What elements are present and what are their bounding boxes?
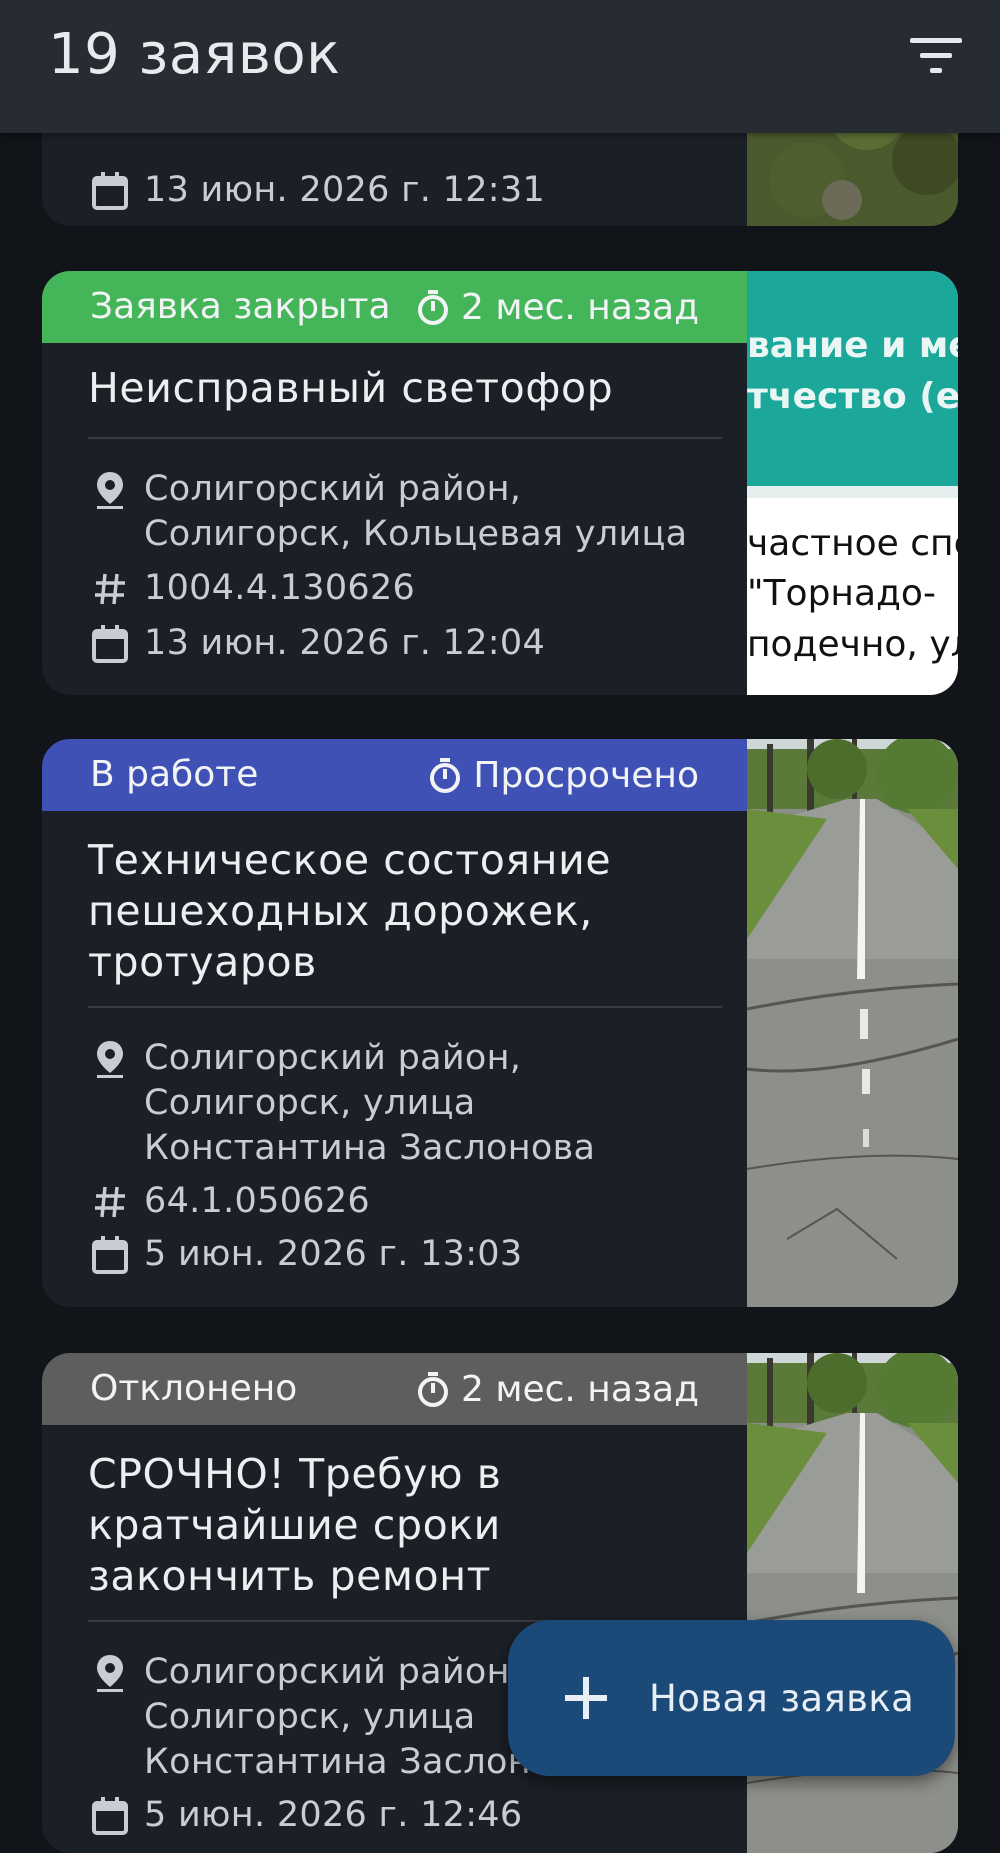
timer: 2 мес. назад xyxy=(415,283,699,331)
request-photo[interactable] xyxy=(747,739,958,1307)
timer: Просрочено xyxy=(427,751,699,799)
time-ago: Просрочено xyxy=(473,754,699,796)
new-request-button[interactable]: Новая заявка xyxy=(508,1620,955,1776)
calendar-icon xyxy=(88,168,132,214)
thumb-text-1: вание и ме xyxy=(747,325,958,366)
date-text: 13 июн. 2026 г. 12:31 xyxy=(144,170,546,210)
card-body: В работе Просрочено Техническое состояни… xyxy=(42,739,747,1307)
status-label: Заявка закрыта xyxy=(90,286,391,327)
card-body: Отклонено 2 мес. назад СРОЧНО! Требую в … xyxy=(42,1353,747,1853)
address-text: Солигорский район, Солигорск, Кольцевая … xyxy=(144,469,688,554)
card-title: Техническое состояние пешеходных дорожек… xyxy=(88,836,612,986)
date-row: 13 июн. 2026 г. 12:31 xyxy=(88,168,728,214)
new-request-label: Новая заявка xyxy=(649,1676,915,1720)
timer-icon xyxy=(430,758,461,793)
number-text: 64.1.050626 xyxy=(144,1181,370,1221)
number-row: 64.1.050626 xyxy=(88,1179,728,1225)
location-pin-icon xyxy=(88,1036,132,1082)
thumb-text-5: подечно, ул xyxy=(747,624,958,665)
address-row: Солигорский район, Солигорск, улица Конс… xyxy=(88,1036,728,1171)
app-bar: 19 заявок xyxy=(0,0,1000,133)
card-body: Заявка закрыта 2 мес. назад Неисправный … xyxy=(42,271,747,695)
time-ago: 2 мес. назад xyxy=(460,286,699,328)
status-bar: Отклонено 2 мес. назад xyxy=(42,1353,747,1425)
time-ago: 2 мес. назад xyxy=(460,1368,699,1410)
status-bar: Заявка закрыта 2 мес. назад xyxy=(42,271,747,343)
hash-icon xyxy=(88,1179,132,1225)
divider xyxy=(88,437,722,439)
calendar-icon xyxy=(88,1232,132,1278)
calendar-icon xyxy=(88,621,132,667)
page-title: 19 заявок xyxy=(48,22,341,87)
date-row: 13 июн. 2026 г. 12:04 xyxy=(88,621,728,667)
request-card[interactable]: В работе Просрочено Техническое состояни… xyxy=(42,739,958,1307)
request-card[interactable]: Отклонено 2 мес. назад СРОЧНО! Требую в … xyxy=(42,1353,958,1853)
location-pin-icon xyxy=(88,467,132,513)
status-label: Отклонено xyxy=(90,1368,298,1409)
number-row: 1004.4.130626 xyxy=(88,566,728,612)
hash-icon xyxy=(88,566,132,612)
date-row: 5 июн. 2026 г. 12:46 xyxy=(88,1793,728,1839)
date-row: 5 июн. 2026 г. 13:03 xyxy=(88,1232,728,1278)
timer-icon xyxy=(417,290,448,325)
filter-list-icon[interactable] xyxy=(910,36,962,76)
date-text: 5 июн. 2026 г. 12:46 xyxy=(144,1795,523,1835)
status-label: В работе xyxy=(90,754,259,795)
thumb-text-2: тчество (е xyxy=(747,376,958,417)
date-text: 5 июн. 2026 г. 13:03 xyxy=(144,1234,523,1274)
request-list: 13 июн. 2026 г. 12:31 Заявка закрыта 2 м… xyxy=(0,0,1000,1853)
timer: 2 мес. назад xyxy=(415,1365,699,1413)
thumb-text-4: "Торнадо- xyxy=(747,573,936,614)
divider xyxy=(88,1006,722,1008)
request-photo[interactable] xyxy=(747,1353,958,1853)
request-photo[interactable]: вание и ме тчество (е частное спе "Торна… xyxy=(747,271,958,695)
thumb-text-3: частное спе xyxy=(747,523,958,564)
plus-icon xyxy=(565,1677,607,1719)
timer-icon xyxy=(417,1372,448,1407)
number-text: 1004.4.130626 xyxy=(144,568,416,608)
address-row: Солигорский район, Солигорск, Кольцевая … xyxy=(88,467,728,557)
calendar-icon xyxy=(88,1793,132,1839)
address-text: Солигорский район, Солигорск, улица Конс… xyxy=(144,1038,596,1168)
status-bar: В работе Просрочено xyxy=(42,739,747,811)
card-title: Неисправный светофор xyxy=(88,364,614,412)
request-card[interactable]: Заявка закрыта 2 мес. назад Неисправный … xyxy=(42,271,958,695)
card-title: СРОЧНО! Требую в кратчайшие сроки законч… xyxy=(88,1450,502,1600)
date-text: 13 июн. 2026 г. 12:04 xyxy=(144,623,546,663)
location-pin-icon xyxy=(88,1650,132,1696)
